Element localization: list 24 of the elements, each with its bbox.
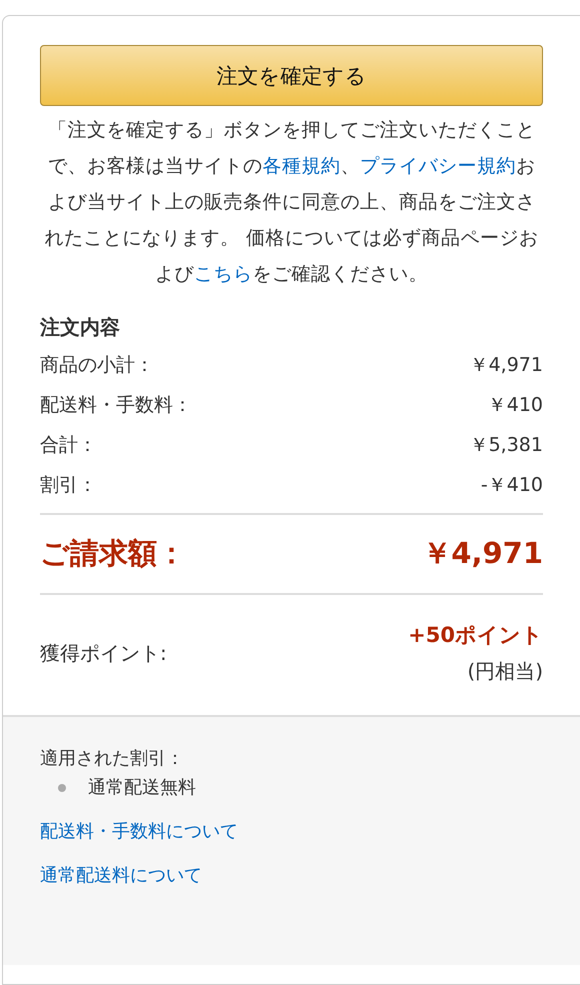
points-value: +50ポイント — [408, 622, 543, 649]
amount-due-label: ご請求額： — [40, 535, 186, 572]
info-link[interactable]: 通常配送料について — [40, 861, 202, 891]
bullet-icon — [58, 784, 66, 792]
summary-value: ￥4,971 — [470, 353, 543, 378]
points-note: (円相当) — [467, 658, 543, 685]
terms-link[interactable]: こちら — [194, 263, 252, 285]
points-label: 獲得ポイント: — [40, 640, 167, 666]
summary-label: 配送料・手数料： — [40, 393, 192, 418]
terms-link[interactable]: 各種規約 — [262, 155, 340, 177]
summary-value: ￥410 — [488, 393, 543, 418]
order-summary-title: 注文内容 — [40, 314, 121, 341]
summary-value: ￥5,381 — [470, 433, 543, 458]
amount-due-value: ￥4,971 — [422, 535, 543, 572]
discounts-title: 適用された割引： — [40, 747, 185, 771]
terms-notice: 「注文を確定する」ボタンを押してご注文いただくことで、お客様は当サイトの各種規約、プライバシー規約および当サイト上の販売条件に同意の上、商品をご注文されたことになります。 価格については必ず商品ページおよびこちら をご確認ください。 — [43, 118, 540, 287]
terms-link[interactable]: プライバシー規約 — [360, 155, 516, 177]
discount-item: 通常配送無料 — [88, 776, 196, 800]
summary-label: 割引： — [40, 473, 97, 498]
summary-value: -￥410 — [480, 473, 543, 498]
summary-label: 商品の小計： — [40, 353, 154, 378]
place-order-button[interactable]: 注文を確定する — [40, 45, 543, 106]
info-link[interactable]: 配送料・手数料について — [40, 817, 238, 847]
summary-label: 合計： — [40, 433, 97, 458]
